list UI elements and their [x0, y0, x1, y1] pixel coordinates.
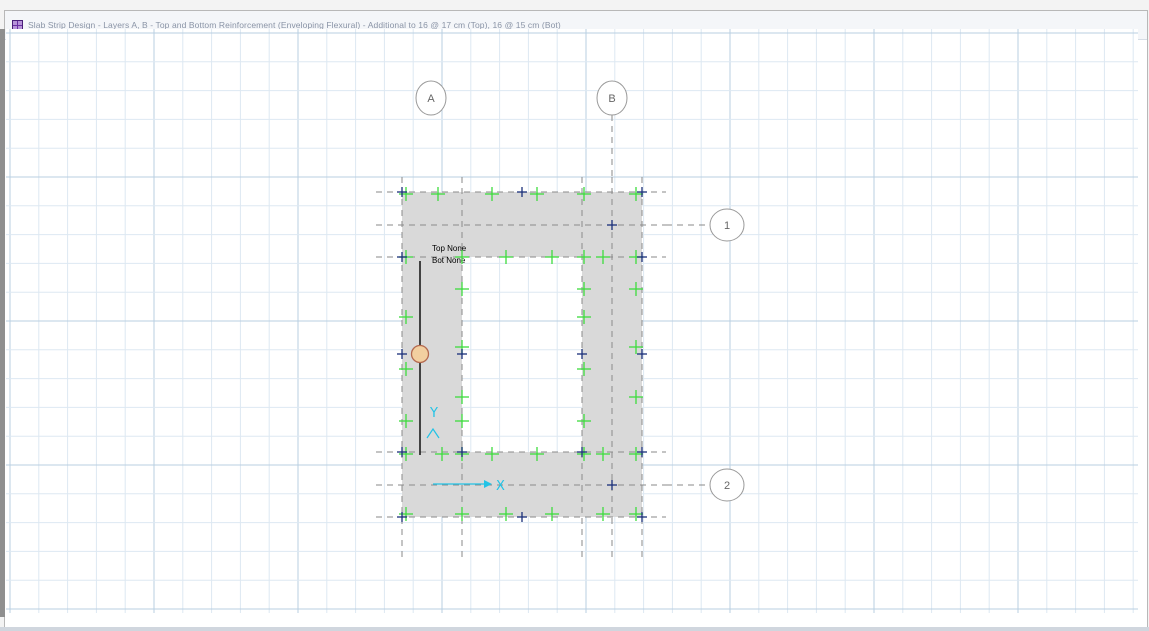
grid-bubble-2[interactable]: 2	[709, 468, 745, 502]
window-bottom-border	[0, 627, 1149, 631]
grid-bubble-a-label: A	[427, 93, 435, 105]
plan-view-drawing[interactable]: A B 1 2 Top None Bot None X Y	[6, 29, 1138, 613]
grid-bubble-1[interactable]: 1	[709, 208, 745, 242]
plan-view-canvas[interactable]: A B 1 2 Top None Bot None X Y	[6, 29, 1138, 613]
y-axis-label: Y	[429, 406, 438, 421]
x-axis-label: X	[496, 479, 505, 494]
selected-point-icon[interactable]	[410, 344, 430, 364]
slab-panel[interactable]	[402, 192, 642, 517]
grid-bubble-b-label: B	[608, 93, 615, 105]
grid-bubble-2-label: 2	[724, 480, 730, 492]
grid-bubble-a[interactable]: A	[415, 80, 447, 116]
window-left-border	[0, 29, 5, 617]
grid-bubble-b[interactable]: B	[596, 80, 628, 116]
background-grid	[6, 29, 1138, 613]
grid-bubble-1-label: 1	[724, 220, 730, 232]
slab-region[interactable]	[402, 192, 642, 517]
